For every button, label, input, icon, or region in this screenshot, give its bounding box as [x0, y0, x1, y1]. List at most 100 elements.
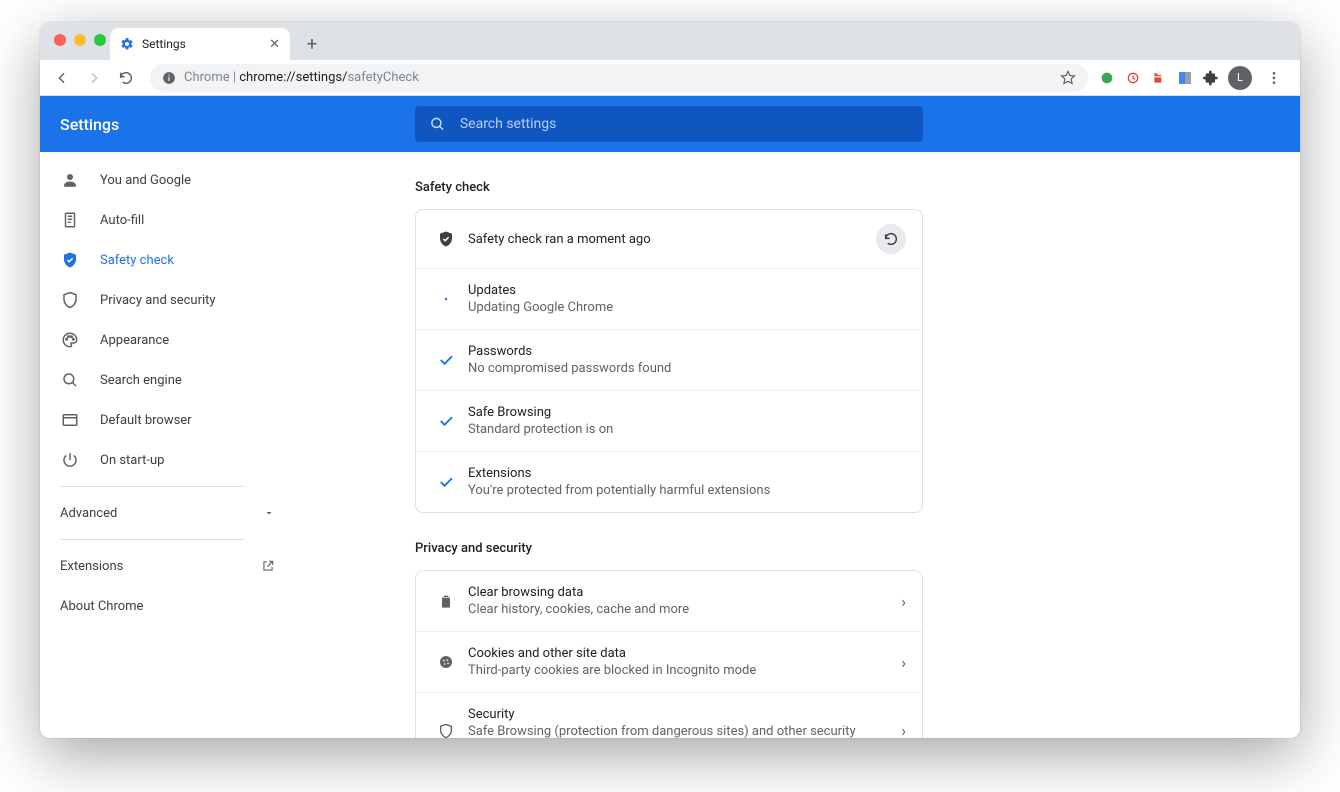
- row-subtitle: Clear history, cookies, cache and more: [468, 602, 689, 617]
- toolbar-extensions: L: [1098, 64, 1292, 92]
- sidebar-item-on-startup[interactable]: On start-up: [40, 440, 295, 480]
- tab-strip: Settings ✕ +: [40, 22, 1300, 60]
- row-title: Clear browsing data: [468, 585, 689, 600]
- extension-icon[interactable]: [1150, 69, 1168, 87]
- row-title: Extensions: [468, 466, 770, 481]
- extensions-label: Extensions: [60, 559, 123, 574]
- settings-header: Settings: [40, 96, 1300, 152]
- settings-main: Safety check Safety check ran a moment a…: [295, 152, 1300, 738]
- maximize-window-button[interactable]: [94, 34, 106, 46]
- close-tab-button[interactable]: ✕: [269, 37, 280, 52]
- search-input[interactable]: [460, 116, 909, 132]
- safety-row-safe-browsing[interactable]: Safe Browsing Standard protection is on: [416, 390, 922, 451]
- sidebar-item-default-browser[interactable]: Default browser: [40, 400, 295, 440]
- sidebar-item-privacy[interactable]: Privacy and security: [40, 280, 295, 320]
- reload-button[interactable]: [112, 64, 140, 92]
- sidebar-separator: [60, 539, 245, 540]
- rerun-safety-check-button[interactable]: [876, 224, 906, 254]
- chevron-right-icon: ›: [901, 653, 906, 672]
- shield-icon: [432, 230, 460, 248]
- safety-row-updates[interactable]: Updates Updating Google Chrome: [416, 268, 922, 329]
- row-subtitle: Safe Browsing (protection from dangerous…: [468, 724, 901, 738]
- palette-icon: [60, 331, 80, 349]
- row-subtitle: You're protected from potentially harmfu…: [468, 483, 770, 498]
- sidebar-item-search-engine[interactable]: Search engine: [40, 360, 295, 400]
- sidebar-item-label: Privacy and security: [100, 293, 216, 308]
- settings-title: Settings: [40, 115, 370, 134]
- privacy-row-clear-data[interactable]: Clear browsing data Clear history, cooki…: [416, 571, 922, 631]
- check-icon: [432, 412, 460, 430]
- sidebar-item-label: Search engine: [100, 373, 182, 388]
- bookmark-icon[interactable]: [1060, 70, 1076, 86]
- row-subtitle: Standard protection is on: [468, 422, 613, 437]
- refresh-icon: [883, 231, 899, 247]
- extension-icon[interactable]: [1176, 69, 1194, 87]
- sidebar-item-appearance[interactable]: Appearance: [40, 320, 295, 360]
- sidebar-item-label: Appearance: [100, 333, 169, 348]
- about-label: About Chrome: [60, 599, 143, 614]
- check-icon: [432, 473, 460, 491]
- safety-check-card: Safety check ran a moment ago Updates Up…: [415, 209, 923, 513]
- back-button[interactable]: [48, 64, 76, 92]
- extension-icon[interactable]: [1124, 69, 1142, 87]
- sidebar-item-label: Default browser: [100, 413, 192, 428]
- shield-check-icon: [60, 251, 80, 269]
- row-title: Updates: [468, 283, 613, 298]
- row-title: Passwords: [468, 344, 671, 359]
- cookie-icon: [432, 654, 460, 670]
- forward-button[interactable]: [80, 64, 108, 92]
- safety-row-extensions[interactable]: Extensions You're protected from potenti…: [416, 451, 922, 512]
- external-link-icon: [261, 559, 275, 573]
- settings-search[interactable]: [415, 106, 923, 142]
- sidebar-item-autofill[interactable]: Auto-fill: [40, 200, 295, 240]
- site-info-icon: [162, 71, 176, 85]
- sidebar-extensions-link[interactable]: Extensions: [40, 546, 295, 586]
- profile-avatar[interactable]: L: [1228, 66, 1252, 90]
- power-icon: [60, 451, 80, 469]
- privacy-card: Clear browsing data Clear history, cooki…: [415, 570, 923, 738]
- row-title: Cookies and other site data: [468, 646, 756, 661]
- search-icon: [60, 371, 80, 389]
- privacy-row-cookies[interactable]: Cookies and other site data Third-party …: [416, 631, 922, 692]
- row-subtitle: Third-party cookies are blocked in Incog…: [468, 663, 756, 678]
- safety-row-passwords[interactable]: Passwords No compromised passwords found: [416, 329, 922, 390]
- sidebar-item-safety-check[interactable]: Safety check: [40, 240, 295, 280]
- sidebar-separator: [60, 486, 245, 487]
- minimize-window-button[interactable]: [74, 34, 86, 46]
- shield-icon: [432, 723, 460, 739]
- privacy-row-security[interactable]: Security Safe Browsing (protection from …: [416, 692, 922, 738]
- safety-check-status: Safety check ran a moment ago: [468, 232, 651, 247]
- sidebar-about-chrome[interactable]: About Chrome: [40, 586, 295, 626]
- sidebar-item-label: Auto-fill: [100, 213, 144, 228]
- row-title: Safe Browsing: [468, 405, 613, 420]
- new-tab-button[interactable]: +: [298, 30, 326, 58]
- row-subtitle: Updating Google Chrome: [468, 300, 613, 315]
- settings-body: You and Google Auto-fill Safety check Pr…: [40, 152, 1300, 738]
- chrome-menu-button[interactable]: [1260, 64, 1288, 92]
- section-title-privacy: Privacy and security: [415, 541, 1300, 556]
- sidebar-item-label: Safety check: [100, 253, 174, 268]
- row-title: Security: [468, 707, 901, 722]
- extension-icon[interactable]: [1098, 69, 1116, 87]
- advanced-label: Advanced: [60, 506, 117, 521]
- address-bar[interactable]: Chrome | chrome://settings/safetyCheck: [150, 64, 1088, 92]
- extensions-menu-icon[interactable]: [1202, 69, 1220, 87]
- autofill-icon: [60, 211, 80, 229]
- safety-check-header-row: Safety check ran a moment ago: [416, 210, 922, 268]
- browser-tab[interactable]: Settings ✕: [110, 28, 290, 60]
- loading-icon: [432, 296, 460, 302]
- search-icon: [429, 115, 446, 133]
- sidebar-item-you-and-google[interactable]: You and Google: [40, 160, 295, 200]
- chevron-right-icon: ›: [901, 592, 906, 611]
- chevron-down-icon: [263, 507, 275, 519]
- tab-favicon: [120, 37, 134, 51]
- section-title-safety-check: Safety check: [415, 180, 1300, 195]
- shield-icon: [60, 291, 80, 309]
- close-window-button[interactable]: [54, 34, 66, 46]
- sidebar-item-label: On start-up: [100, 453, 164, 468]
- window-controls: [54, 34, 106, 46]
- trash-icon: [432, 593, 460, 609]
- browser-window: Settings ✕ + Chrome | chrome://settings/…: [40, 22, 1300, 738]
- url-text: Chrome | chrome://settings/safetyCheck: [184, 70, 419, 85]
- sidebar-advanced[interactable]: Advanced: [40, 493, 295, 533]
